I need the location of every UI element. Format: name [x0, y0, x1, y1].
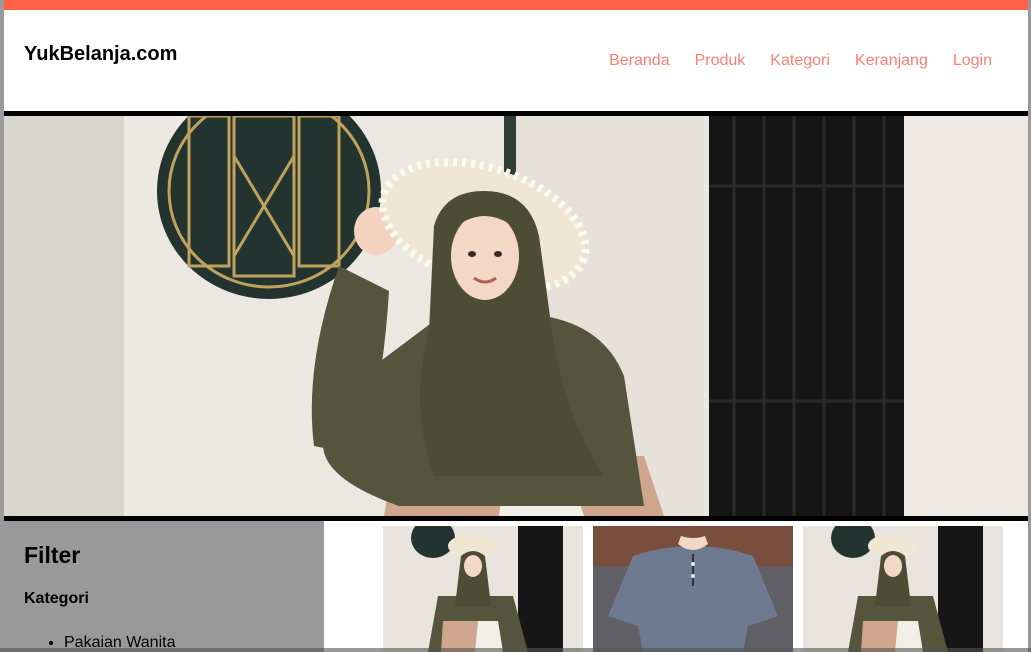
- brand-logo[interactable]: YukBelanja.com: [24, 43, 177, 66]
- window-bottom-edge: [0, 648, 1031, 652]
- product-card[interactable]: [803, 526, 1003, 652]
- product-image: [383, 526, 583, 652]
- hero-banner-image: [4, 116, 1028, 516]
- product-card[interactable]: [383, 526, 583, 652]
- main-nav: Beranda Produk Kategori Keranjang Login: [609, 52, 992, 70]
- product-grid: [383, 526, 1003, 652]
- top-accent-bar: [4, 0, 1028, 10]
- filter-sidebar: Filter Kategori Pakaian Wanita: [4, 521, 324, 652]
- nav-login[interactable]: Login: [953, 52, 992, 70]
- filter-title: Filter: [24, 542, 81, 568]
- site-header: YukBelanja.com Beranda Produk Kategori K…: [4, 10, 1028, 111]
- nav-beranda[interactable]: Beranda: [609, 52, 670, 70]
- product-card[interactable]: [593, 526, 793, 652]
- nav-keranjang[interactable]: Keranjang: [855, 52, 928, 70]
- product-image: [593, 526, 793, 652]
- nav-produk[interactable]: Produk: [695, 52, 746, 70]
- nav-kategori[interactable]: Kategori: [770, 52, 830, 70]
- category-heading: Kategori: [24, 590, 89, 607]
- product-image: [803, 526, 1003, 652]
- page-frame: YukBelanja.com Beranda Produk Kategori K…: [4, 0, 1028, 652]
- hero-photo: [4, 116, 1028, 516]
